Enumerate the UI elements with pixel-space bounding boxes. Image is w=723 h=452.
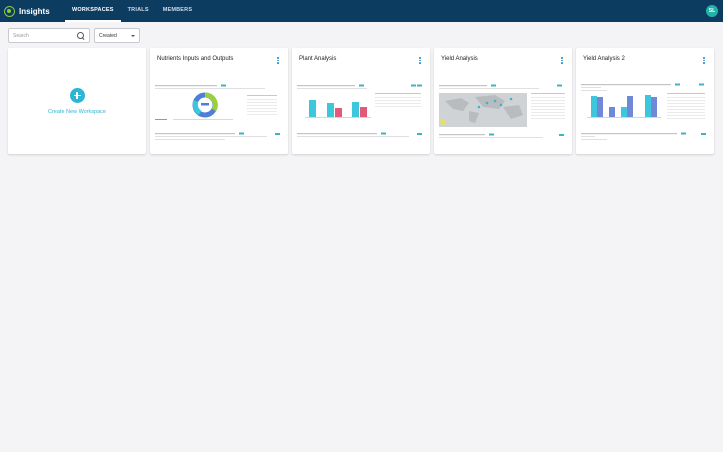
thumbnail-preview [439, 84, 565, 138]
chevron-down-icon [131, 34, 135, 37]
more-vert-icon[interactable] [561, 57, 564, 64]
workspace-title: Yield Analysis [441, 56, 478, 62]
workspace-thumbnail [581, 81, 709, 149]
tab-members[interactable]: MEMBERS [156, 0, 200, 22]
user-avatar[interactable]: SL [706, 5, 718, 17]
workspace-card[interactable]: Yield Analysis [434, 48, 572, 154]
create-workspace-card[interactable]: Create New Workspace [8, 48, 146, 154]
thumbnail-preview [155, 84, 280, 140]
search-input[interactable] [13, 32, 77, 39]
thumbnail-preview [581, 83, 706, 140]
sort-select[interactable]: Created [94, 28, 140, 43]
workspace-title: Yield Analysis 2 [583, 56, 625, 62]
app-logo[interactable]: Insights [4, 5, 59, 17]
workspace-card[interactable]: Yield Analysis 2 [576, 48, 714, 154]
workspace-card[interactable]: Plant Analysis [292, 48, 430, 154]
app-title: Insights [19, 6, 50, 16]
search-icon[interactable] [77, 31, 85, 40]
logo-icon [4, 5, 15, 17]
sort-select-value: Created [99, 32, 117, 39]
top-app-bar: Insights WORKSPACES TRIALS MEMBERS SL [0, 0, 723, 22]
workspace-card[interactable]: Nutrients Inputs and Outputs [150, 48, 288, 154]
workspace-title: Nutrients Inputs and Outputs [157, 56, 234, 62]
workspace-thumbnail [297, 81, 425, 149]
more-vert-icon[interactable] [277, 57, 280, 64]
more-vert-icon[interactable] [419, 57, 422, 64]
create-workspace-label: Create New Workspace [48, 108, 106, 115]
more-vert-icon[interactable] [703, 57, 706, 64]
toolbar: Created [8, 28, 140, 43]
tab-trials[interactable]: TRIALS [121, 0, 156, 22]
main-nav: WORKSPACES TRIALS MEMBERS [65, 0, 199, 22]
thumbnail-preview [297, 84, 422, 137]
plus-icon [69, 87, 85, 103]
workspace-thumbnail [155, 81, 283, 149]
search-box [8, 28, 90, 43]
workspace-grid: Create New Workspace Nutrients Inputs an… [8, 48, 714, 154]
tab-workspaces[interactable]: WORKSPACES [65, 0, 121, 22]
workspace-title: Plant Analysis [299, 56, 337, 62]
workspace-thumbnail [439, 81, 567, 149]
